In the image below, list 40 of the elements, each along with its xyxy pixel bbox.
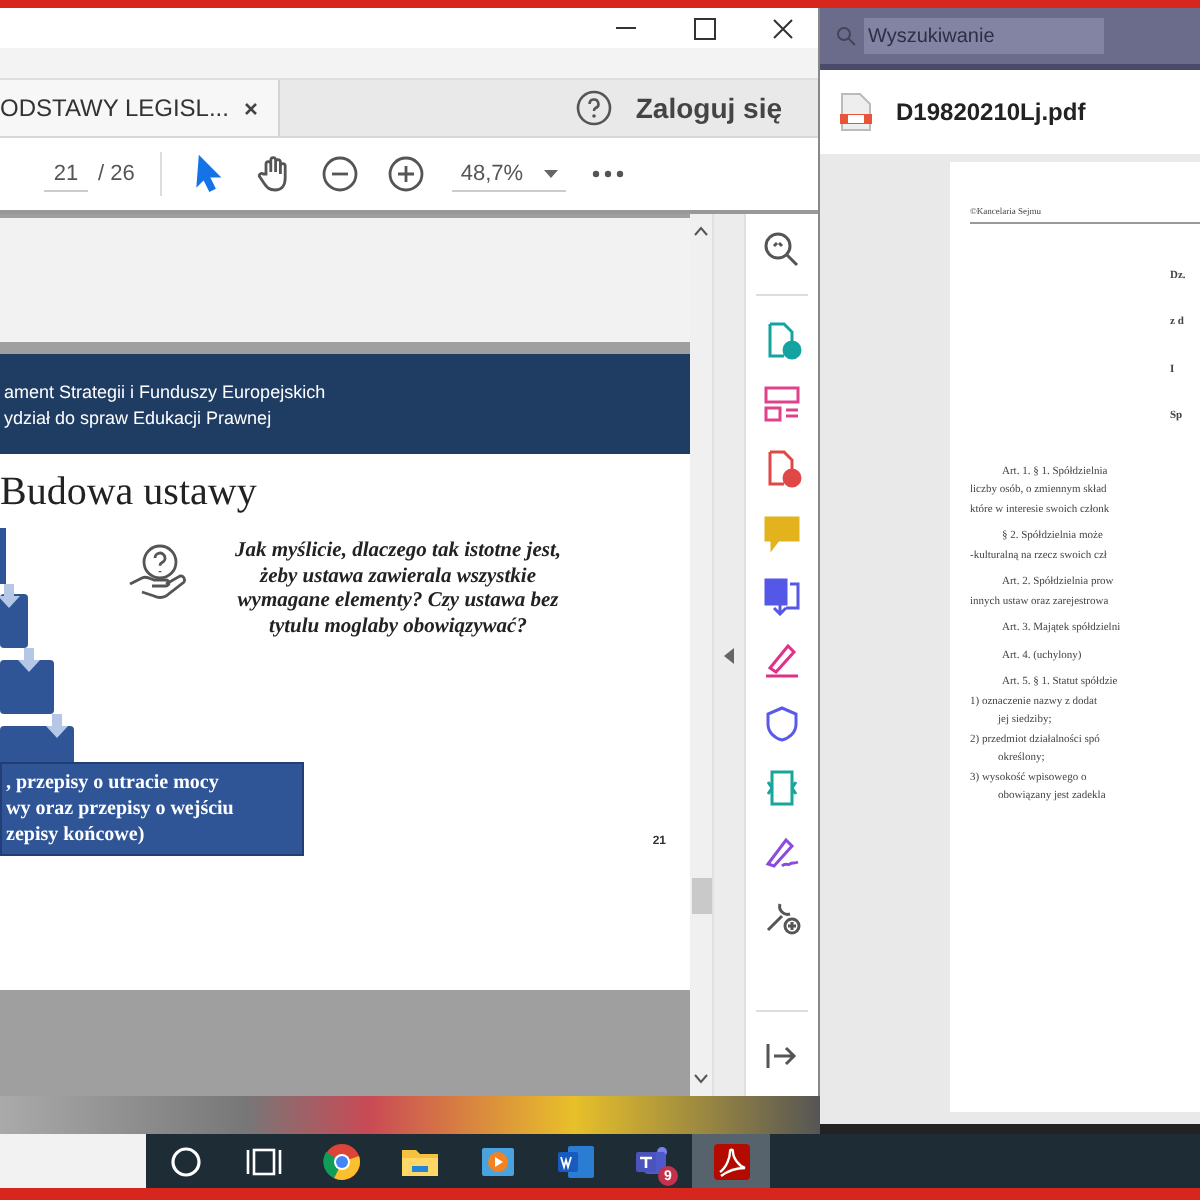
box-text: wy oraz przepisy o wejściu xyxy=(6,796,236,822)
scrollbar[interactable] xyxy=(690,214,714,1096)
circle-icon[interactable] xyxy=(165,1141,205,1181)
zoom-dropdown[interactable]: 48,7% xyxy=(452,157,566,191)
close-icon[interactable] xyxy=(772,17,794,39)
caret-icon xyxy=(543,169,558,177)
zoom-in-icon[interactable] xyxy=(386,154,427,194)
search-field[interactable]: Wyszukiwanie xyxy=(864,18,1104,54)
document-tab[interactable]: ODSTAWY LEGISL... xyxy=(0,80,281,136)
search-icon xyxy=(836,26,856,46)
taskbar-button[interactable] xyxy=(692,1134,770,1188)
zoom-icon[interactable] xyxy=(762,230,802,270)
box-text: zepisy końcowe) xyxy=(6,822,147,848)
pdf-file-icon xyxy=(840,92,872,132)
scroll-thumb[interactable] xyxy=(691,878,711,914)
page-count: / 26 xyxy=(98,162,135,186)
document-brackets-icon[interactable] xyxy=(762,768,802,808)
more-icon[interactable] xyxy=(591,170,624,178)
shield-icon[interactable] xyxy=(762,704,802,744)
layout-icon[interactable] xyxy=(762,384,802,424)
file-name: D19820210Lj.pdf xyxy=(896,98,1086,126)
maximize-icon[interactable] xyxy=(694,17,716,39)
zoom-out-icon[interactable] xyxy=(320,154,361,194)
signature-pen-icon[interactable] xyxy=(762,832,802,872)
word-icon[interactable] xyxy=(555,1141,595,1181)
help-icon[interactable] xyxy=(575,90,612,126)
chevron-up-icon[interactable] xyxy=(694,226,708,236)
header-text: ament Strategii i Funduszy Europejskich xyxy=(4,381,328,401)
question-text: Jak myślicie, dlaczego tak istotne jest, żeby ustawa zawierala wszystkie wymagane elementy? Czy ustawa bez tytulu moglaby obowiązywać? xyxy=(232,540,564,641)
slide-title: Budowa ustawy xyxy=(0,468,259,516)
caret-left-icon[interactable] xyxy=(724,647,734,663)
documents-icon[interactable] xyxy=(762,576,802,616)
pen-icon[interactable] xyxy=(762,640,802,680)
browser-icon[interactable] xyxy=(321,1141,361,1181)
header-text: ydział do spraw Edukacji Prawnej xyxy=(4,407,274,427)
close-icon[interactable] xyxy=(244,101,259,115)
sign-in-button[interactable]: Zaloguj się xyxy=(611,80,818,136)
chevron-down-icon[interactable] xyxy=(694,1074,708,1084)
pdf-app-icon[interactable] xyxy=(711,1141,751,1181)
box-text: , przepisy o utracie mocy xyxy=(6,770,221,796)
